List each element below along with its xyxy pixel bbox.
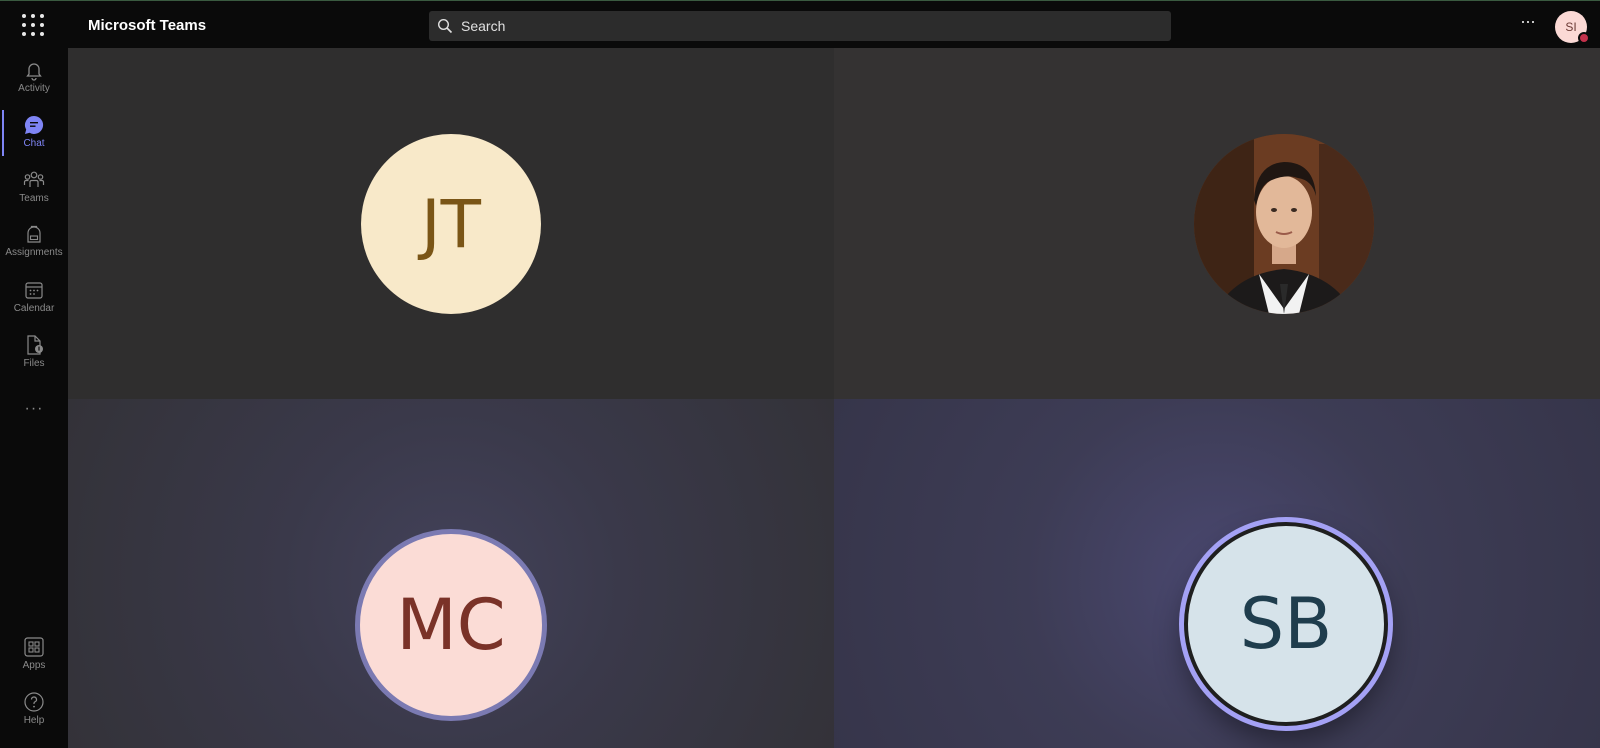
search-icon xyxy=(437,18,453,34)
files-icon xyxy=(27,334,43,355)
search-input[interactable]: Search xyxy=(429,11,1171,41)
profile-photo xyxy=(1194,134,1374,314)
participant-avatar: JT xyxy=(361,134,541,314)
rail-item-calendar[interactable]: Calendar xyxy=(0,268,68,324)
more-options-icon[interactable]: ··· xyxy=(1520,12,1540,35)
help-icon xyxy=(24,691,44,712)
meeting-stage: JT MC SB xyxy=(68,48,1600,748)
rail-label: Files xyxy=(23,357,45,369)
teams-icon xyxy=(23,171,45,187)
rail-item-assignments[interactable]: Assignments xyxy=(0,212,68,268)
participant-tile[interactable]: SB xyxy=(834,399,1600,748)
rail-item-files[interactable]: Files xyxy=(0,323,68,379)
rail-item-teams[interactable]: Teams xyxy=(0,158,68,214)
participant-initials: MC xyxy=(396,584,506,666)
app-rail: Activity Chat Teams Assignments Calendar… xyxy=(0,48,68,748)
chat-icon xyxy=(24,115,44,134)
top-bar: Microsoft Teams Search ··· SI xyxy=(0,0,1600,48)
more-apps-icon[interactable]: ··· xyxy=(0,400,68,424)
bell-icon xyxy=(26,62,42,81)
participant-avatar: SB xyxy=(1184,522,1388,726)
rail-label: Activity xyxy=(18,82,50,94)
participant-tile[interactable] xyxy=(834,48,1600,399)
app-title: Microsoft Teams xyxy=(88,17,207,34)
rail-item-activity[interactable]: Activity xyxy=(0,48,68,104)
rail-item-help[interactable]: Help xyxy=(0,680,68,736)
participant-tile[interactable]: MC xyxy=(68,399,834,748)
rail-item-chat[interactable]: Chat xyxy=(0,103,68,159)
search-placeholder: Search xyxy=(461,18,506,34)
rail-label: Assignments xyxy=(5,246,63,258)
rail-label: Chat xyxy=(23,137,45,149)
calendar-icon xyxy=(25,281,43,299)
participant-tile[interactable]: JT xyxy=(68,48,834,399)
rail-label: Apps xyxy=(22,659,46,671)
status-badge xyxy=(1578,32,1590,44)
user-avatar[interactable]: SI xyxy=(1555,11,1590,44)
apps-icon xyxy=(24,636,44,657)
rail-label: Calendar xyxy=(13,302,55,314)
participant-avatar: MC xyxy=(355,529,547,721)
participant-photo xyxy=(1194,134,1374,314)
user-initials: SI xyxy=(1565,20,1577,34)
participant-initials: SB xyxy=(1239,583,1333,665)
backpack-icon xyxy=(27,225,41,243)
rail-label: Teams xyxy=(19,192,49,204)
rail-label: Help xyxy=(23,714,45,726)
rail-item-apps[interactable]: Apps xyxy=(0,625,68,681)
app-launcher-icon[interactable] xyxy=(22,14,44,36)
participant-initials: JT xyxy=(421,185,481,263)
